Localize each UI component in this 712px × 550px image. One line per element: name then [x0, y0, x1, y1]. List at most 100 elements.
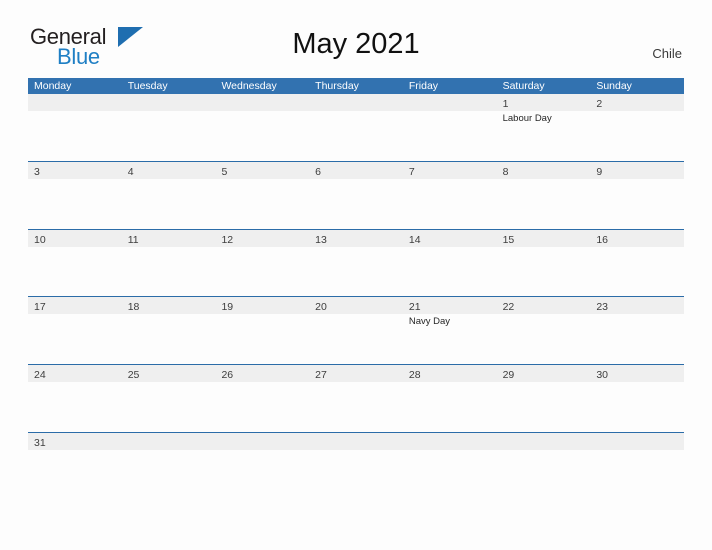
weekday-header-friday: Friday: [408, 80, 439, 92]
day-cell[interactable]: 5: [215, 162, 309, 179]
day-cell[interactable]: 26: [215, 365, 309, 382]
day-cell[interactable]: 3: [28, 162, 122, 179]
day-cell[interactable]: 16: [590, 230, 684, 247]
day-number: 17: [34, 301, 46, 314]
day-event-list-empty: [497, 382, 591, 431]
day-number: 13: [315, 233, 327, 246]
day-number: 29: [502, 369, 515, 382]
day-cell[interactable]: 13: [309, 230, 403, 247]
day-cell[interactable]: 25: [122, 365, 216, 382]
day-event-list-empty: [590, 247, 684, 296]
day-event-list-empty: [122, 179, 216, 228]
day-number: 1: [502, 98, 509, 110]
day-cell[interactable]: 17: [28, 297, 122, 314]
day-cell[interactable]: 18: [122, 297, 216, 314]
day-cell[interactable]: 21: [403, 297, 497, 314]
day-event-list-empty: [309, 314, 403, 363]
day-cell[interactable]: 31: [28, 433, 122, 450]
day-event-list-empty: [215, 179, 309, 228]
day-cell[interactable]: 20: [309, 297, 403, 314]
holiday-label: Labour Day: [502, 113, 552, 124]
day-event-list-empty: [122, 314, 216, 363]
day-cell[interactable]: 11: [122, 230, 216, 247]
day-number: 12: [221, 233, 234, 246]
day-cell[interactable]: 27: [309, 365, 403, 382]
weekday-header-saturday: Saturday: [502, 80, 545, 92]
day-cell[interactable]: 7: [403, 162, 497, 179]
country-label: Chile: [652, 46, 682, 61]
day-cell[interactable]: 8: [497, 162, 591, 179]
day-event-list-empty: [497, 179, 591, 228]
day-event-list-empty: [403, 450, 497, 499]
day-number: 6: [315, 165, 321, 178]
day-cell-empty: [403, 94, 497, 111]
day-number: 9: [596, 165, 603, 178]
day-cell-empty: [309, 94, 403, 111]
day-event-list-empty: [122, 382, 216, 431]
day-cell[interactable]: 4: [122, 162, 216, 179]
day-cell[interactable]: 14: [403, 230, 497, 247]
day-cell[interactable]: 6: [309, 162, 403, 179]
day-number: 30: [596, 369, 608, 382]
day-number: 19: [221, 301, 234, 314]
day-number: 2: [596, 98, 603, 110]
day-number: 23: [596, 301, 608, 314]
day-event-list-empty: [28, 247, 122, 296]
day-number-band: 3 4 5 6 7 8 9: [28, 161, 684, 179]
day-event-list-empty: [122, 111, 216, 160]
day-event-list-empty: [122, 247, 216, 296]
day-number: 20: [315, 301, 327, 314]
day-number: 27: [315, 369, 327, 382]
day-event-list-empty: [122, 450, 216, 499]
day-number-band: 10 11 12 13 14 15 16: [28, 229, 684, 247]
day-number: 7: [408, 165, 415, 178]
day-number: 11: [127, 233, 139, 246]
calendar-week-row: 3 4 5 6 7 8 9: [28, 160, 684, 229]
day-event-list-empty: [590, 450, 684, 499]
day-event-list-empty: [28, 382, 122, 431]
day-cell[interactable]: 9: [590, 162, 684, 179]
day-cell[interactable]: 30: [590, 365, 684, 382]
day-cell[interactable]: 1: [497, 94, 591, 111]
day-cell[interactable]: 28: [403, 365, 497, 382]
day-event-list-empty: [28, 179, 122, 228]
day-cell-empty: [122, 433, 216, 450]
day-number: 10: [34, 233, 46, 246]
day-cell-empty: [497, 433, 591, 450]
day-event-list-empty: [497, 450, 591, 499]
day-cell-empty: [590, 433, 684, 450]
day-event-list-empty: [309, 247, 403, 296]
day-cell-empty: [215, 433, 309, 450]
day-event-list-empty: [403, 179, 497, 228]
day-cell[interactable]: 15: [497, 230, 591, 247]
day-events-band: [28, 449, 684, 499]
day-cell[interactable]: 10: [28, 230, 122, 247]
day-cell[interactable]: 2: [590, 94, 684, 111]
day-cell[interactable]: 19: [215, 297, 309, 314]
day-number: 3: [34, 165, 40, 178]
day-event-list-empty: [215, 111, 309, 160]
day-number: 15: [502, 233, 515, 246]
day-cell[interactable]: 23: [590, 297, 684, 314]
day-event-list-empty: [309, 450, 403, 499]
day-cell[interactable]: 24: [28, 365, 122, 382]
day-cell[interactable]: 22: [497, 297, 591, 314]
weekday-header-tuesday: Tuesday: [127, 80, 168, 92]
calendar-week-row: 31: [28, 431, 684, 500]
day-event-list-empty: [28, 111, 122, 160]
calendar-page: General Blue May 2021 Chile Monday Tuesd…: [0, 0, 712, 550]
day-cell[interactable]: 12: [215, 230, 309, 247]
day-number: 24: [34, 369, 46, 382]
day-cell[interactable]: 29: [497, 365, 591, 382]
day-number: 8: [502, 165, 509, 178]
day-events-band: [28, 382, 684, 432]
day-event-list-empty: [590, 111, 684, 160]
day-events-band: Labour Day: [28, 111, 684, 160]
day-number-band: 24 25 26 27 28 29 30: [28, 365, 684, 383]
calendar-weeks: 1 2 Labour Day 3 4 5 6 7 8 9 10 11 12 13 14 15 16 17 18 19 2…: [28, 94, 684, 500]
day-number: 18: [127, 301, 140, 314]
day-event-list-empty: [309, 382, 403, 431]
day-event-list: Navy Day: [403, 314, 497, 363]
day-cell-empty: [309, 433, 403, 450]
page-title: May 2021: [292, 28, 420, 60]
